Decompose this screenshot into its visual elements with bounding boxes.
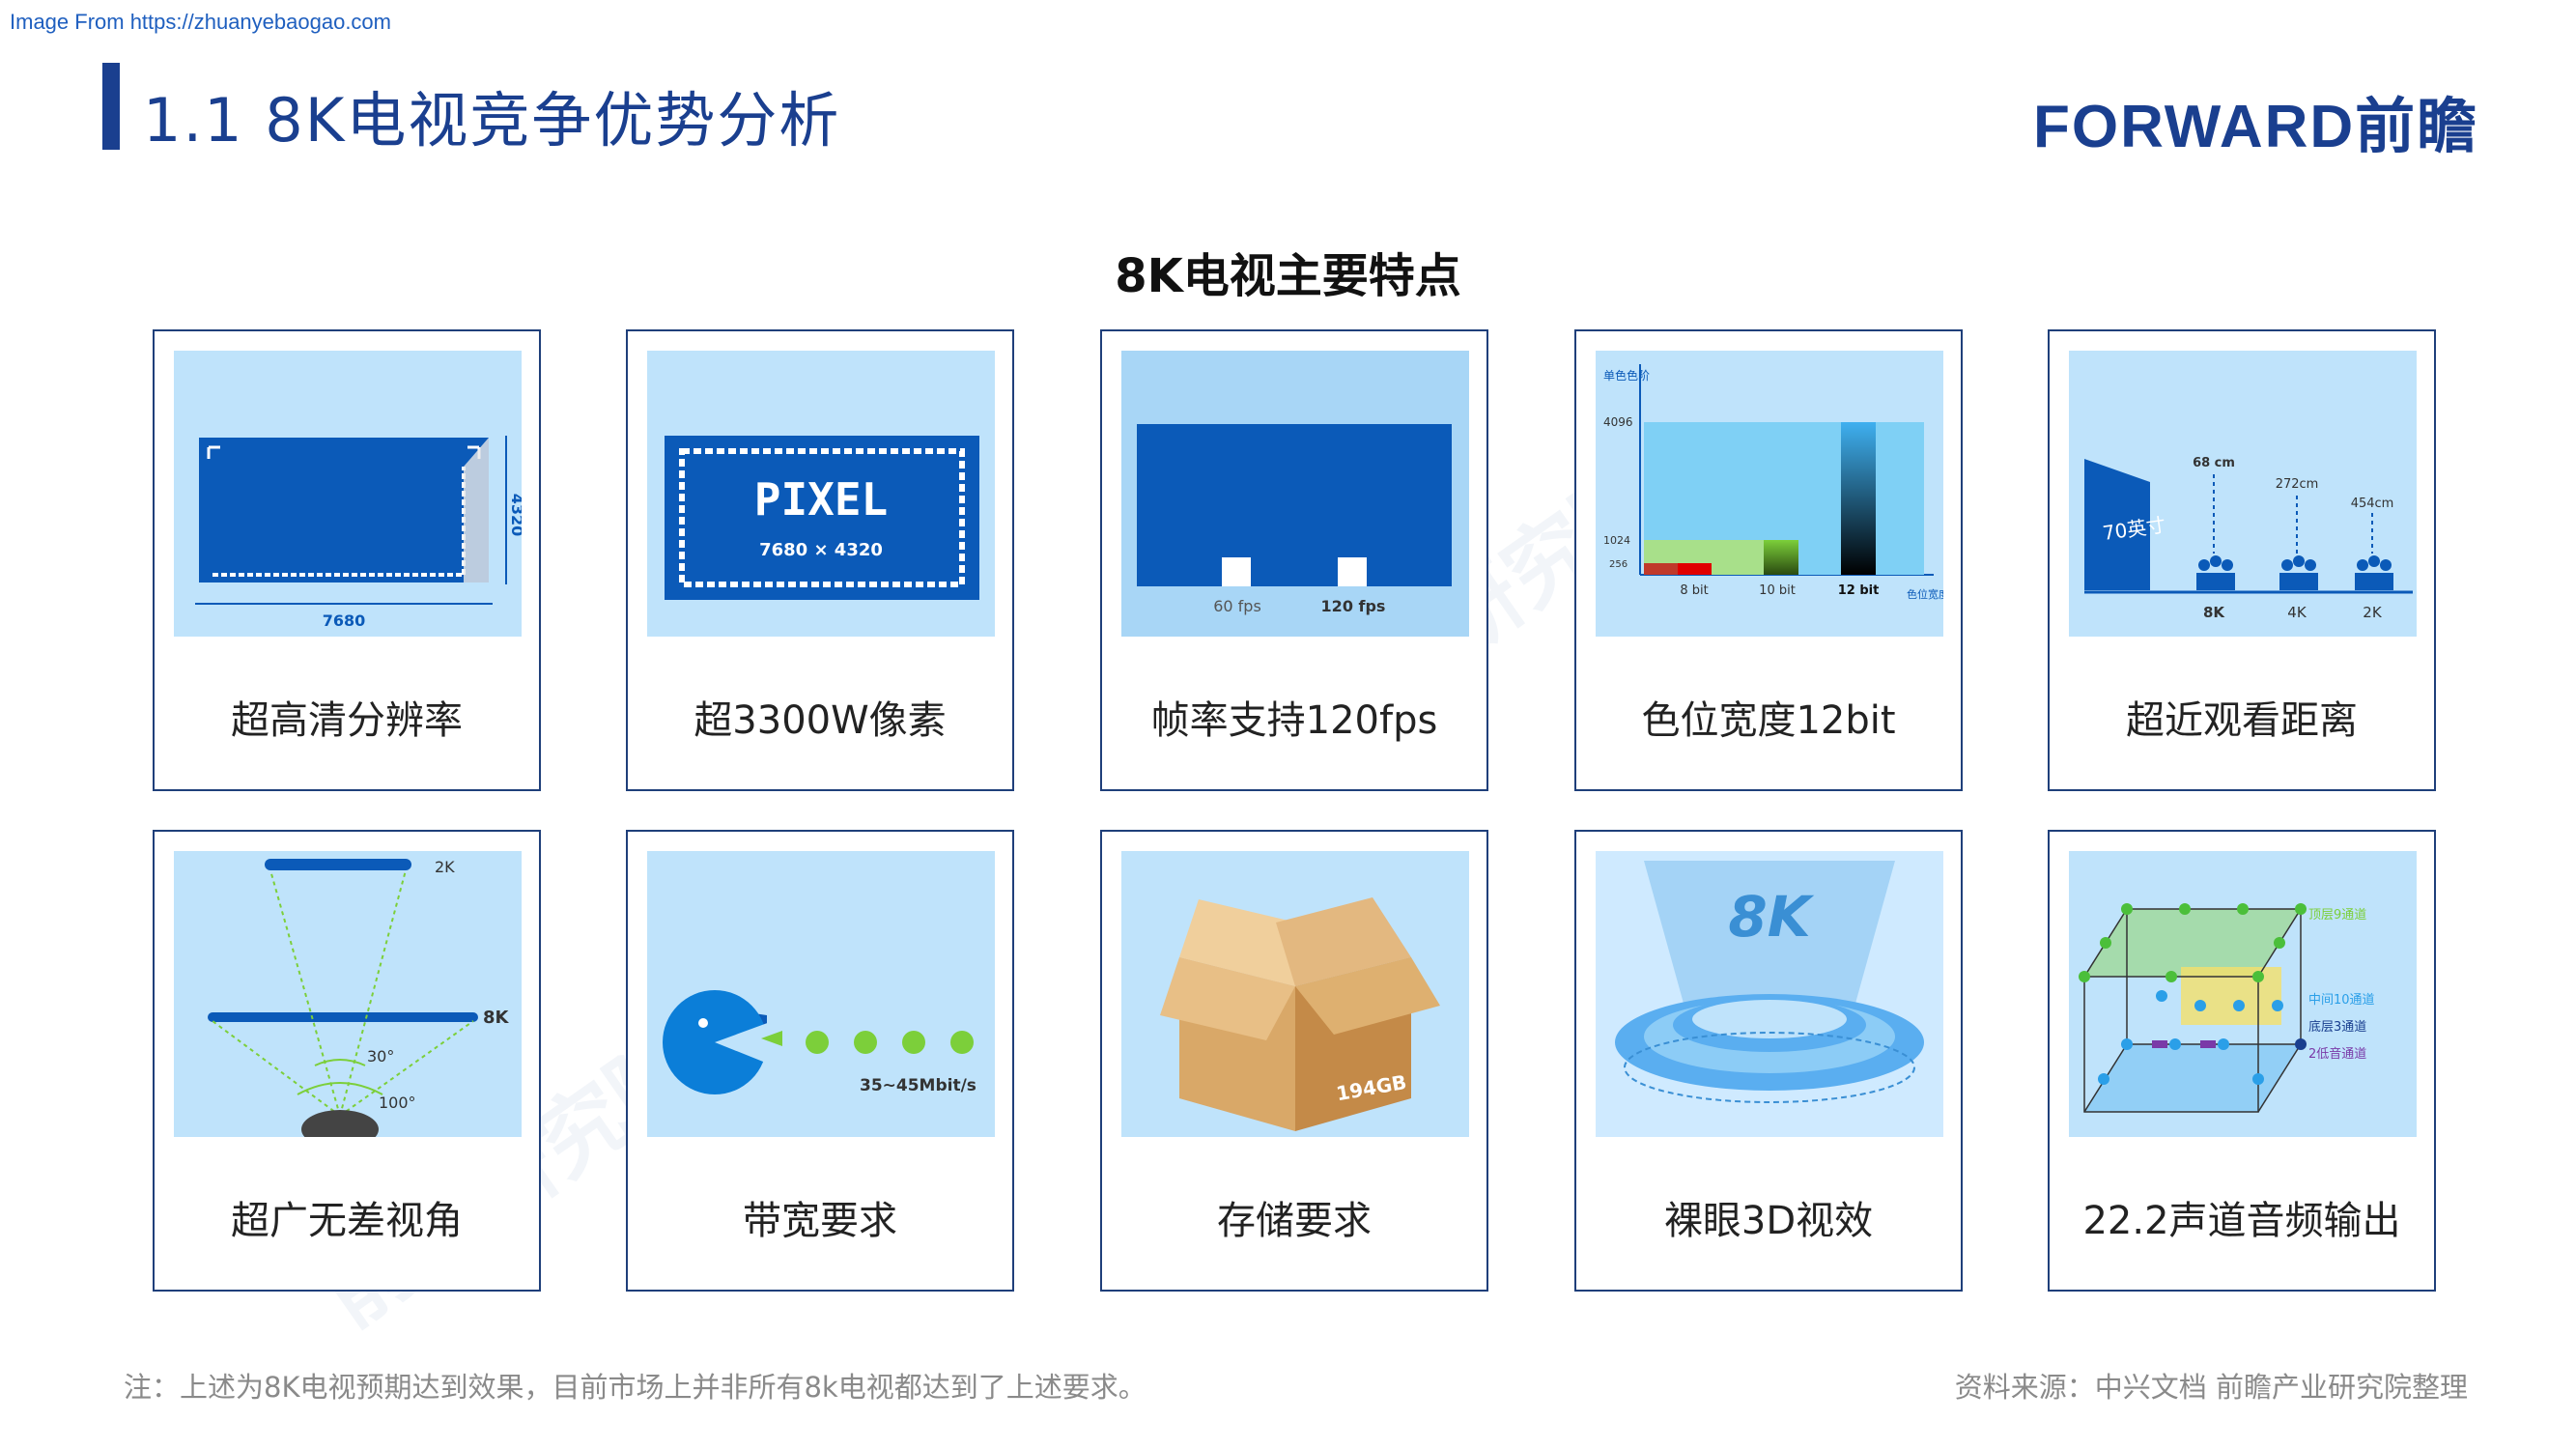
feature-card-3d: 8K 裸眼3D视效 — [1574, 830, 1963, 1292]
resolution-illustration: 7680 4320 — [174, 351, 522, 637]
feature-label: 超高清分辨率 — [231, 698, 463, 743]
footnote: 注：上述为8K电视预期达到效果，目前市场上并非所有8k电视都达到了上述要求。 — [124, 1371, 1146, 1404]
storage-illustration: 194GB — [1121, 851, 1469, 1137]
page-title: 1.1 8K电视竞争优势分析 — [143, 85, 841, 156]
fps-60: 60 fps — [1213, 597, 1261, 615]
feature-card-bandwidth: 35~45Mbit/s 带宽要求 — [626, 830, 1014, 1292]
feature-label: 色位宽度12bit — [1641, 698, 1896, 743]
audio-middle: 中间10通道 — [2308, 993, 2375, 1008]
distance-272cm: 272cm — [2276, 477, 2319, 492]
angle-8k: 8K — [483, 1008, 510, 1028]
bandwidth-illustration: 35~45Mbit/s — [647, 851, 995, 1137]
pixel-resolution: 7680 × 4320 — [759, 540, 883, 560]
audio-bottom: 底层3通道 — [2308, 1019, 2366, 1035]
angle-2k: 2K — [435, 858, 455, 876]
audio-illustration: 顶层9通道 中间10通道 底层3通道 2低音通道 — [2069, 851, 2417, 1137]
audio-sub: 2低音通道 — [2308, 1046, 2366, 1062]
title-accent-bar — [102, 63, 120, 150]
feature-card-audio: 顶层9通道 中间10通道 底层3通道 2低音通道 22.2声道音频输出 — [2048, 830, 2436, 1292]
res-width-text: 7680 — [323, 611, 366, 630]
feature-card-resolution: 7680 4320 超高清分辨率 — [153, 329, 541, 791]
feature-label: 22.2声道音频输出 — [2082, 1199, 2401, 1243]
bitdepth-256: 256 — [1609, 559, 1628, 570]
bitdepth-4096: 4096 — [1603, 415, 1633, 429]
bitdepth-12bit: 12 bit — [1838, 583, 1880, 598]
viewangle-illustration: 2K 8K 30° 100° — [174, 851, 522, 1137]
source-note: 资料来源：中兴文档 前瞻产业研究院整理 — [1954, 1371, 2468, 1404]
feature-label: 帧率支持120fps — [1150, 698, 1438, 743]
feature-card-fps: 60 fps 120 fps 帧率支持120fps — [1100, 329, 1488, 791]
res-height-text: 4320 — [508, 494, 522, 537]
audio-top: 顶层9通道 — [2308, 908, 2366, 923]
feature-label: 超3300W像素 — [694, 698, 947, 743]
pixel-word: PIXEL — [754, 473, 888, 526]
bitdepth-illustration: 单色色阶 4096 1024 256 8 bit 10 bit 12 bit 色… — [1596, 351, 1943, 637]
distance-illustration: 70英寸 68 cm 272cm 454cm 8K 4K 2K — [2069, 351, 2417, 637]
feature-label: 超近观看距离 — [2126, 698, 2358, 743]
section-title: 8K电视主要特点 — [1115, 249, 1461, 303]
feature-label: 裸眼3D视效 — [1663, 1199, 1874, 1243]
bitdepth-y-axis: 单色色阶 — [1603, 369, 1650, 383]
feature-card-distance: 70英寸 68 cm 272cm 454cm 8K 4K 2K 超近观看距离 — [2048, 329, 2436, 791]
distance-68cm: 68 cm — [2193, 456, 2235, 470]
bitdepth-8bit: 8 bit — [1680, 583, 1708, 598]
fps-illustration: 60 fps 120 fps — [1121, 351, 1469, 637]
bitdepth-10bit: 10 bit — [1759, 583, 1796, 598]
image-source-text: Image From https://zhuanyebaogao.com — [10, 10, 391, 34]
feature-label: 存储要求 — [1217, 1199, 1372, 1243]
distance-2k: 2K — [2363, 604, 2383, 621]
angle-30: 30° — [367, 1047, 394, 1065]
pixel-illustration: PIXEL 7680 × 4320 — [647, 351, 995, 637]
fps-120: 120 fps — [1321, 597, 1386, 615]
bandwidth-rate: 35~45Mbit/s — [860, 1076, 977, 1095]
distance-454cm: 454cm — [2351, 497, 2394, 511]
distance-4k: 4K — [2287, 604, 2307, 621]
feature-card-bitdepth: 单色色阶 4096 1024 256 8 bit 10 bit 12 bit 色… — [1574, 329, 1963, 791]
bitdepth-1024: 1024 — [1603, 534, 1630, 547]
feature-card-storage: 194GB 存储要求 — [1100, 830, 1488, 1292]
angle-100: 100° — [379, 1094, 416, 1112]
feature-card-viewangle: 2K 8K 30° 100° 超广无差视角 — [153, 830, 541, 1292]
distance-8k: 8K — [2203, 604, 2225, 621]
forward-logo: FORWARD前瞻 — [2033, 94, 2479, 160]
3d-text: 8K — [1728, 884, 1814, 950]
feature-label: 带宽要求 — [743, 1199, 897, 1243]
feature-card-pixel: PIXEL 7680 × 4320 超3300W像素 — [626, 329, 1014, 791]
feature-label: 超广无差视角 — [231, 1199, 463, 1243]
bitdepth-x-axis: 色位宽度 — [1907, 587, 1943, 601]
3d-illustration: 8K — [1596, 851, 1943, 1137]
